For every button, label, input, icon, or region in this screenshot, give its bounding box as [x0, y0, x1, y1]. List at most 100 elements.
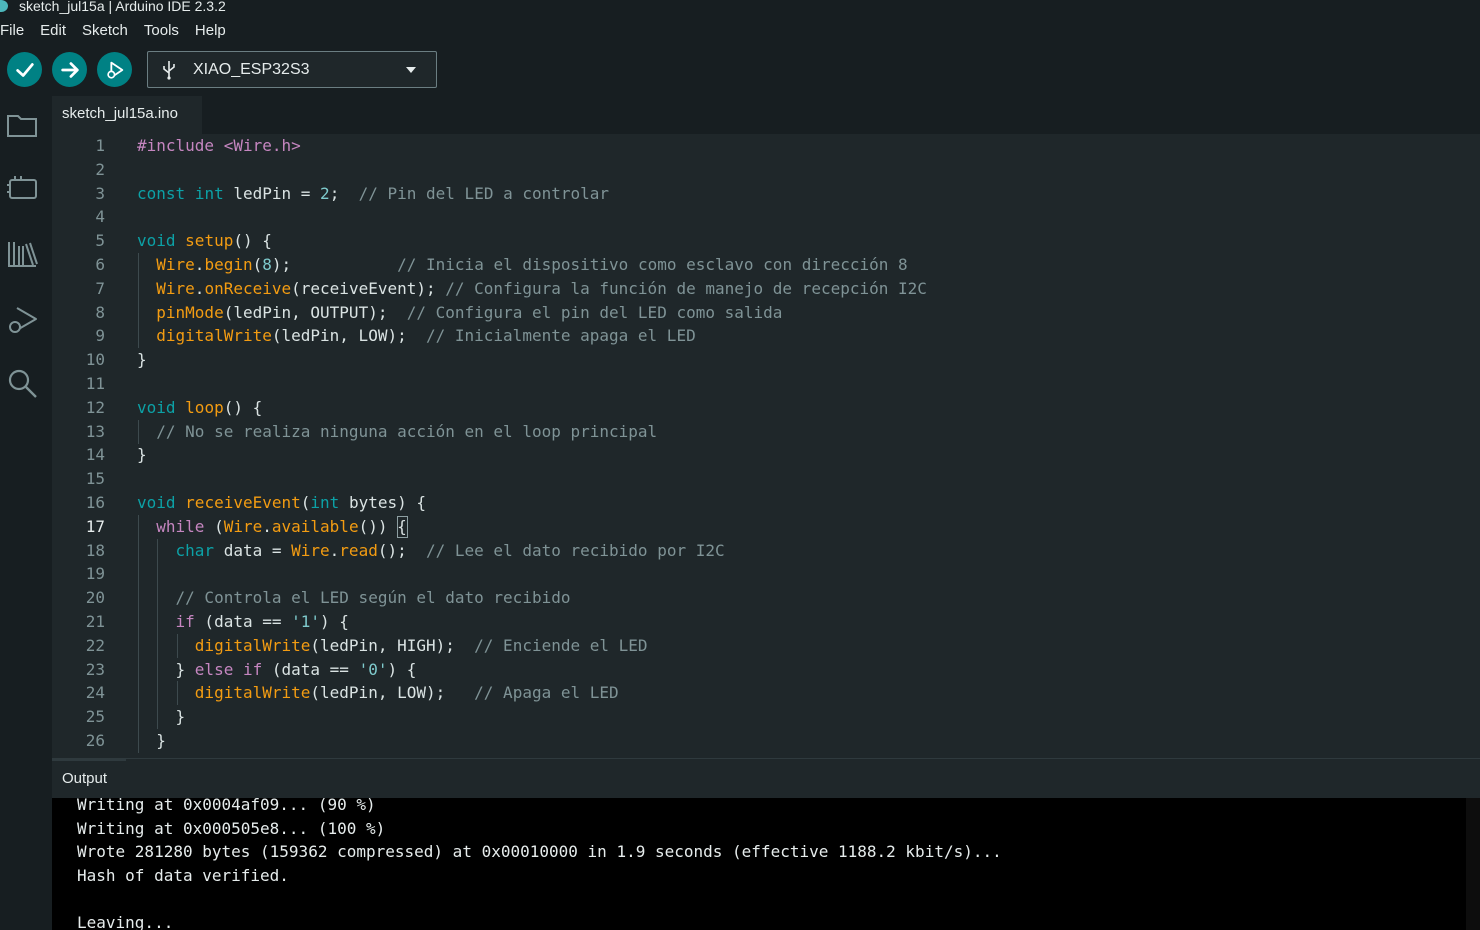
code-text: digitalWrite(ledPin, HIGH); // Enciende … — [137, 636, 648, 655]
code-text: pinMode(ledPin, OUTPUT); // Configura el… — [137, 303, 782, 322]
code-token: receiveEvent — [185, 493, 301, 512]
arrow-right-icon — [60, 61, 79, 78]
line-number: 2 — [95, 159, 105, 179]
code-line[interactable]: 14} — [52, 443, 1480, 467]
line-number: 5 — [95, 231, 105, 251]
code-text: char data = Wire.read(); // Lee el dato … — [137, 541, 725, 560]
code-text: #include <Wire.h> — [137, 136, 301, 155]
code-token: Wire — [291, 540, 330, 560]
code-token: Wire — [156, 278, 195, 298]
board-name: XIAO_ESP32S3 — [193, 61, 310, 78]
code-line[interactable]: 8 pinMode(ledPin, OUTPUT); // Configura … — [52, 300, 1480, 325]
output-line: Hash of data verified. — [77, 865, 289, 885]
code-text: Wire.begin(8); // Inicia el dispositivo … — [137, 255, 907, 274]
menu-edit[interactable]: Edit — [40, 22, 74, 39]
code-token: if — [242, 659, 263, 679]
output-panel-header: Output — [52, 758, 1480, 798]
tab-sketch-file[interactable]: sketch_jul15a.ino — [52, 96, 202, 134]
line-number: 26 — [85, 731, 105, 750]
board-icon — [7, 176, 37, 199]
line-number: 9 — [95, 326, 105, 346]
code-line[interactable]: 16 void receiveEvent(int bytes) { — [52, 491, 1480, 515]
verify-button[interactable] — [7, 52, 42, 87]
code-text: } else if (data == '0') { — [137, 659, 417, 679]
output-console[interactable]: Writing at 0x0004af09... (90 %) Writing a… — [52, 798, 1480, 930]
code-line[interactable]: 4 — [52, 205, 1480, 229]
code-token: void — [137, 231, 176, 251]
menu-tools[interactable]: Tools — [144, 22, 187, 39]
code-line[interactable]: 18 char data = Wire.read(); // Lee el da… — [52, 538, 1480, 563]
line-number: 20 — [85, 588, 105, 608]
menu-help[interactable]: Help — [195, 22, 234, 39]
code-line[interactable]: 3 const int ledPin = 2; // Pin del LED a … — [52, 182, 1480, 206]
code-text: const int ledPin = 2; // Pin del LED a c… — [137, 184, 609, 203]
debug-panel-button[interactable] — [5, 302, 39, 336]
code-line[interactable]: 10} — [52, 348, 1480, 372]
line-number: 4 — [95, 207, 105, 227]
code-editor[interactable]: 1 #include <Wire.h> 2 3 const int ledPin = 2… — [52, 134, 1480, 758]
code-text: } — [137, 445, 147, 464]
code-token: () { — [233, 231, 272, 251]
code-line[interactable]: 24 digitalWrite(ledPin, LOW); // Apaga e… — [52, 681, 1480, 706]
boards-manager-button[interactable] — [5, 172, 39, 206]
code-line[interactable]: 11 — [52, 372, 1480, 396]
code-token: read — [339, 540, 378, 560]
code-token: if — [175, 612, 195, 631]
code-line[interactable]: 22 digitalWrite(ledPin, HIGH); // Encien… — [52, 633, 1480, 658]
code-token: available — [271, 516, 359, 536]
menu-sketch[interactable]: Sketch — [82, 22, 136, 39]
code-token: } — [137, 659, 195, 679]
board-selector[interactable]: XIAO_ESP32S3 — [147, 51, 437, 88]
code-line[interactable]: 17 while (Wire.available()) { — [52, 514, 1480, 539]
code-token: void — [137, 493, 176, 512]
code-token: . — [194, 255, 205, 274]
code-token: data = — [214, 540, 292, 560]
line-number: 13 — [85, 421, 105, 441]
menu-file[interactable]: File — [0, 22, 32, 39]
sketchbook-button[interactable] — [5, 108, 39, 142]
code-line[interactable]: 12 void loop() { — [52, 396, 1480, 420]
code-line[interactable]: 5 void setup() { — [52, 229, 1480, 253]
line-number: 25 — [85, 707, 105, 727]
library-manager-button[interactable] — [5, 236, 39, 270]
code-token: loop — [185, 397, 224, 417]
code-line[interactable]: 2 — [52, 158, 1480, 182]
code-line[interactable]: 13 // No se realiza ninguna acción en el… — [52, 419, 1480, 444]
code-token: (data == — [194, 612, 292, 631]
line-number: 10 — [85, 350, 105, 370]
output-scrollbar[interactable] — [1466, 798, 1480, 930]
output-line: Wrote 281280 bytes (159362 compressed) a… — [77, 842, 1002, 862]
code-token: '1' — [291, 612, 321, 631]
search-button[interactable] — [5, 366, 39, 400]
code-token: digitalWrite — [156, 326, 272, 346]
line-number: 15 — [85, 469, 105, 489]
upload-button[interactable] — [52, 52, 87, 87]
code-line[interactable]: 7 Wire.onReceive(receiveEvent); // Confi… — [52, 276, 1480, 301]
code-line[interactable]: 9 digitalWrite(ledPin, LOW); // Inicialm… — [52, 324, 1480, 349]
code-token: ( — [204, 516, 224, 536]
code-line[interactable]: 19 — [52, 562, 1480, 587]
code-line[interactable]: 25 } — [52, 705, 1480, 730]
line-number: 8 — [95, 302, 105, 322]
tab-label: sketch_jul15a.ino — [62, 105, 178, 122]
code-token: (); — [377, 540, 426, 560]
code-line[interactable]: 21 if (data == '1') { — [52, 610, 1480, 634]
code-line[interactable]: 20 // Controla el LED según el dato reci… — [52, 586, 1480, 611]
code-token: const — [137, 183, 186, 203]
code-line[interactable]: 23 } else if (data == '0') { — [52, 657, 1480, 682]
code-token: . — [194, 278, 205, 298]
code-text: void setup() { — [137, 231, 272, 250]
code-line[interactable]: 26 } — [52, 729, 1480, 753]
output-line: Leaving... — [77, 913, 174, 930]
code-line[interactable]: 1 #include <Wire.h> — [52, 134, 1480, 158]
tab-bar: sketch_jul15a.ino — [52, 96, 1480, 134]
code-token: Wire — [156, 255, 195, 274]
code-line[interactable]: 6 Wire.begin(8); // Inicia el dispositiv… — [52, 253, 1480, 277]
code-token: ) { — [320, 612, 349, 631]
code-line[interactable]: 15 — [52, 467, 1480, 491]
debug-button[interactable] — [97, 52, 132, 87]
